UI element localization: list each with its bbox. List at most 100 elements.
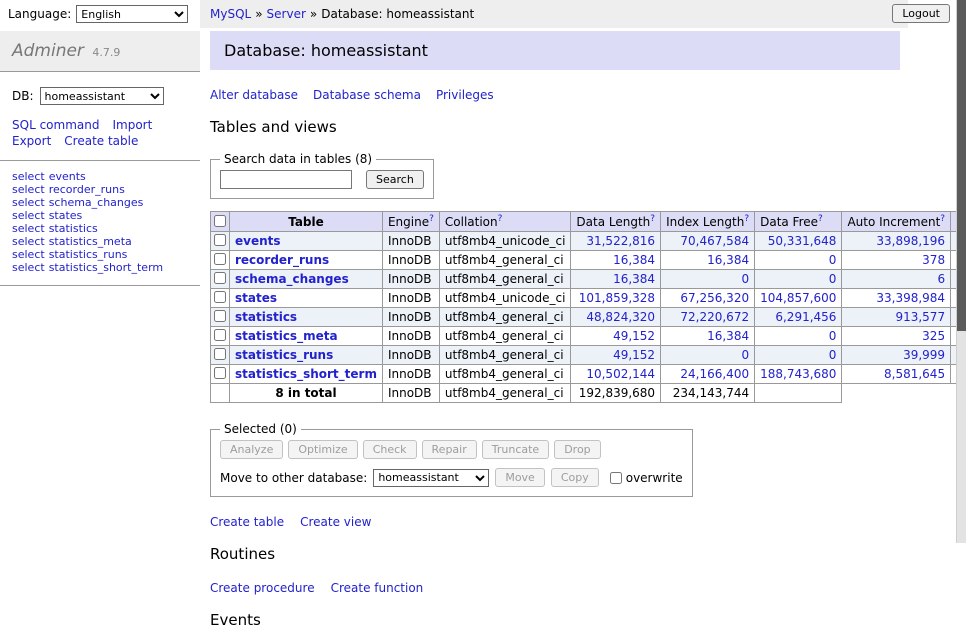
data-length-link[interactable]: 49,152 (613, 329, 655, 343)
table-link[interactable]: statistics_runs (235, 348, 333, 362)
help-link[interactable]: ? (498, 214, 503, 224)
table-link[interactable]: events (235, 234, 281, 248)
data-free-link[interactable]: 0 (829, 329, 837, 343)
row-checkbox[interactable] (214, 329, 226, 341)
import-link[interactable]: Import (112, 118, 152, 132)
select-link[interactable]: select (12, 261, 45, 274)
data-free-link[interactable]: 50,331,648 (768, 234, 837, 248)
table-link[interactable]: states (235, 291, 277, 305)
help-link[interactable]: ? (744, 214, 749, 224)
table-name-link[interactable]: events (49, 170, 86, 183)
index-length-link[interactable]: 16,384 (707, 329, 749, 343)
auto-increment-link[interactable]: 325 (922, 329, 945, 343)
auto-increment-link[interactable]: 8,581,645 (884, 367, 945, 381)
table-name-link[interactable]: statistics (49, 222, 98, 235)
data-free-link[interactable]: 104,857,600 (760, 291, 836, 305)
table-link[interactable]: schema_changes (235, 272, 349, 286)
select-link[interactable]: select (12, 222, 45, 235)
overwrite-checkbox[interactable] (610, 472, 622, 484)
help-link[interactable]: ? (650, 214, 655, 224)
index-length-link[interactable]: 0 (741, 348, 749, 362)
vertical-scrollbar[interactable] (956, 0, 966, 543)
create-function-link[interactable]: Create function (331, 581, 424, 595)
help-link[interactable]: ? (818, 214, 823, 224)
data-free-link[interactable]: 188,743,680 (760, 367, 836, 381)
index-length-link[interactable]: 16,384 (707, 253, 749, 267)
table-name-link[interactable]: recorder_runs (49, 183, 125, 196)
breadcrumb-server-link[interactable]: Server (267, 7, 306, 21)
table-link[interactable]: statistics_meta (235, 329, 338, 343)
drop-button[interactable]: Drop (554, 440, 600, 459)
auto-increment-link[interactable]: 33,398,984 (876, 291, 945, 305)
select-link[interactable]: select (12, 248, 45, 261)
data-free-link[interactable]: 6,291,456 (775, 310, 836, 324)
data-length-link[interactable]: 48,824,320 (586, 310, 655, 324)
select-link[interactable]: select (12, 196, 45, 209)
help-link[interactable]: ? (429, 214, 434, 224)
privileges-link[interactable]: Privileges (436, 88, 494, 102)
analyze-button[interactable]: Analyze (220, 440, 283, 459)
row-checkbox[interactable] (214, 272, 226, 284)
repair-button[interactable]: Repair (422, 440, 477, 459)
row-checkbox[interactable] (214, 234, 226, 246)
data-length-link[interactable]: 10,502,144 (586, 367, 655, 381)
table-link[interactable]: statistics (235, 310, 297, 324)
create-table-link[interactable]: Create table (210, 515, 284, 529)
index-length-link[interactable]: 0 (741, 272, 749, 286)
index-length-link[interactable]: 67,256,320 (680, 291, 749, 305)
check-button[interactable]: Check (363, 440, 417, 459)
data-length-link[interactable]: 49,152 (613, 348, 655, 362)
optimize-button[interactable]: Optimize (288, 440, 357, 459)
table-name-link[interactable]: schema_changes (49, 196, 144, 209)
select-link[interactable]: select (12, 235, 45, 248)
row-checkbox[interactable] (214, 253, 226, 265)
database-schema-link[interactable]: Database schema (313, 88, 421, 102)
auto-increment-link[interactable]: 913,577 (895, 310, 945, 324)
table-name-link[interactable]: states (49, 209, 83, 222)
row-checkbox[interactable] (214, 291, 226, 303)
data-free-link[interactable]: 0 (829, 272, 837, 286)
data-free-link[interactable]: 0 (829, 253, 837, 267)
export-link[interactable]: Export (12, 134, 51, 148)
index-length-link[interactable]: 70,467,584 (680, 234, 749, 248)
logout-button[interactable]: Logout (892, 4, 950, 23)
truncate-button[interactable]: Truncate (482, 440, 549, 459)
search-button[interactable]: Search (366, 170, 424, 189)
breadcrumb-mysql-link[interactable]: MySQL (210, 7, 251, 21)
index-length-link[interactable]: 72,220,672 (680, 310, 749, 324)
select-link[interactable]: select (12, 170, 45, 183)
help-link[interactable]: ? (940, 214, 945, 224)
select-link[interactable]: select (12, 209, 45, 222)
create-procedure-link[interactable]: Create procedure (210, 581, 315, 595)
copy-button[interactable]: Copy (551, 468, 599, 487)
auto-increment-link[interactable]: 39,999 (903, 348, 945, 362)
auto-increment-link[interactable]: 33,898,196 (876, 234, 945, 248)
auto-increment-link[interactable]: 378 (922, 253, 945, 267)
table-link[interactable]: statistics_short_term (235, 367, 377, 381)
move-db-select[interactable]: homeassistant (373, 469, 489, 487)
alter-database-link[interactable]: Alter database (210, 88, 298, 102)
table-name-link[interactable]: statistics_short_term (49, 261, 163, 274)
search-input[interactable] (220, 170, 352, 189)
auto-increment-link[interactable]: 6 (937, 272, 945, 286)
select-all-checkbox[interactable] (214, 215, 226, 227)
row-checkbox[interactable] (214, 310, 226, 322)
language-select[interactable]: English (76, 5, 188, 23)
row-checkbox[interactable] (214, 367, 226, 379)
index-length-link[interactable]: 24,166,400 (680, 367, 749, 381)
db-select[interactable]: homeassistant (40, 87, 164, 105)
create-table-sidebar-link[interactable]: Create table (64, 134, 138, 148)
row-checkbox[interactable] (214, 348, 226, 360)
data-length-link[interactable]: 31,522,816 (586, 234, 655, 248)
sql-command-link[interactable]: SQL command (12, 118, 99, 132)
move-button[interactable]: Move (495, 468, 545, 487)
scrollbar-thumb[interactable] (957, 0, 966, 331)
select-link[interactable]: select (12, 183, 45, 196)
table-name-link[interactable]: statistics_runs (49, 248, 128, 261)
table-name-link[interactable]: statistics_meta (49, 235, 132, 248)
create-view-link[interactable]: Create view (300, 515, 371, 529)
data-length-link[interactable]: 16,384 (613, 272, 655, 286)
data-free-link[interactable]: 0 (829, 348, 837, 362)
table-link[interactable]: recorder_runs (235, 253, 329, 267)
data-length-link[interactable]: 101,859,328 (579, 291, 655, 305)
